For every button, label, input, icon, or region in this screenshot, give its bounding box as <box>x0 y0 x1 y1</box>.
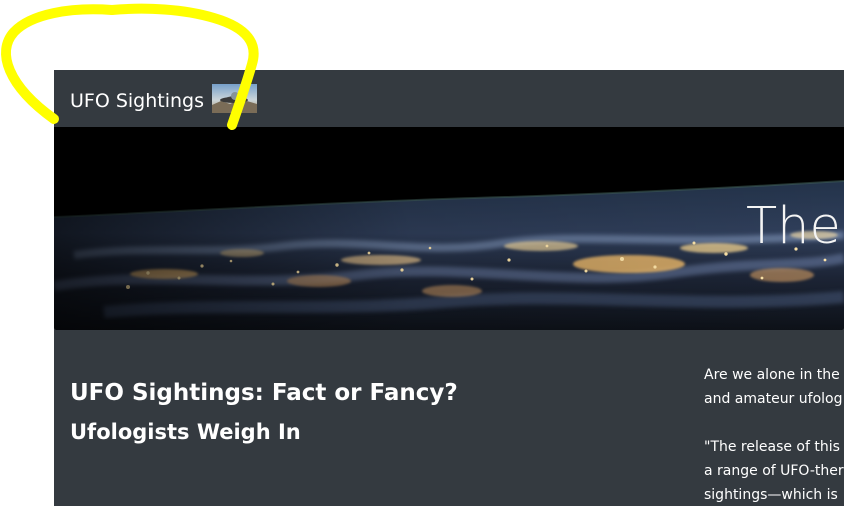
paragraph-line: a range of UFO-ther <box>704 463 844 479</box>
website-viewport: UFO Sightings The UFO Sightings: Fact or… <box>54 70 844 506</box>
paragraph-line: "The release of this a <box>704 439 844 455</box>
top-navbar: UFO Sightings <box>54 70 844 127</box>
ufo-thumbnail-icon <box>212 84 257 113</box>
article-title: UFO Sightings: Fact or Fancy? <box>70 380 458 407</box>
brand-link[interactable]: UFO Sightings <box>70 90 204 112</box>
paragraph-line: and amateur ufolog <box>704 391 843 407</box>
hero-banner: The <box>54 127 844 330</box>
screenshot-page: UFO Sightings The UFO Sightings: Fact or… <box>0 0 844 506</box>
paragraph-line: sightings—which is <box>704 487 838 503</box>
article-subtitle: Ufologists Weigh In <box>70 420 301 445</box>
ufo-thumbnail-image <box>212 84 257 113</box>
hero-title: The <box>746 197 841 256</box>
paragraph-line: Are we alone in the <box>704 367 840 383</box>
earth-night-lights-image <box>54 127 844 330</box>
intro-paragraph: Are we alone in the and amateur ufolog <box>704 363 844 411</box>
quote-paragraph: "The release of this a a range of UFO-th… <box>704 435 844 506</box>
